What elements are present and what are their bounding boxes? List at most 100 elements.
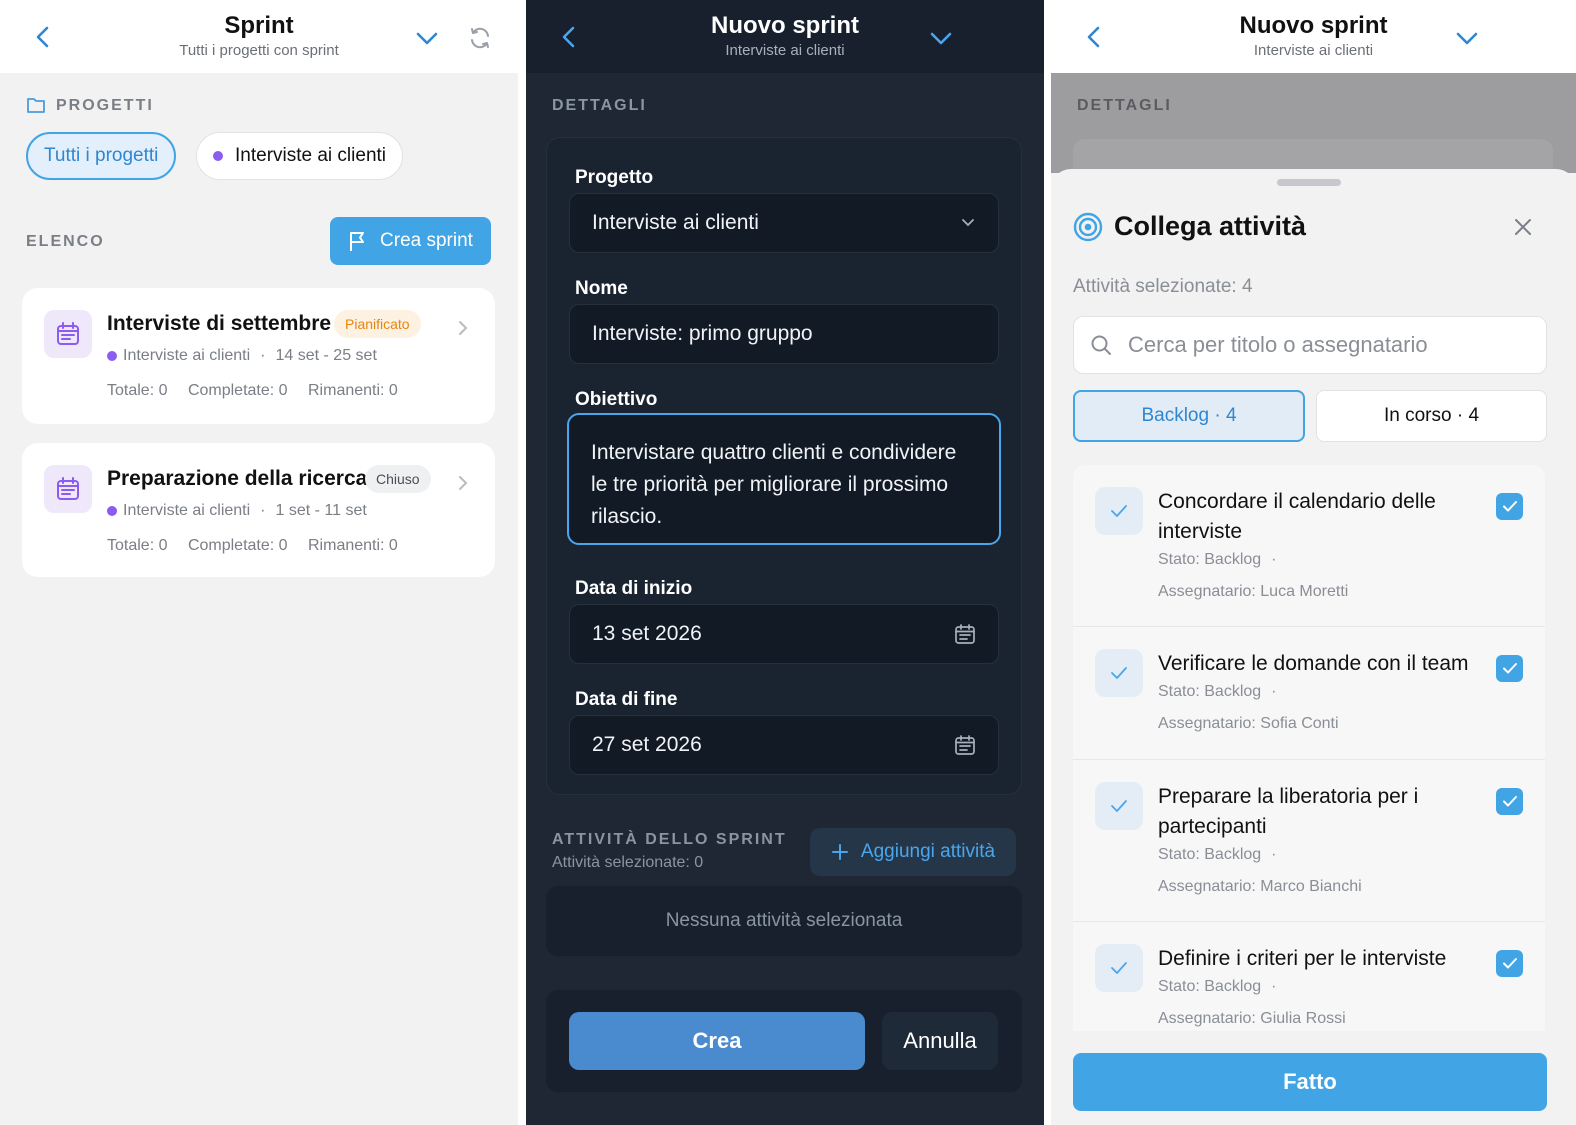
chip-label: Interviste ai clienti [235,145,387,166]
end-date-field[interactable]: 27 set 2026 [569,715,999,775]
project-value: Interviste ai clienti [592,211,759,234]
page-subtitle: Interviste ai clienti [725,42,845,59]
task-title: Definire i criteri per le interviste [1158,947,1447,970]
tab-in-progress[interactable]: In corso · 4 [1316,390,1547,442]
list-item[interactable]: Concordare il calendario delle intervist… [1073,465,1545,627]
chevron-down-icon[interactable] [928,25,954,51]
add-activity-label: Aggiungi attività [860,841,996,862]
calendar-icon [44,465,92,513]
page-title: Nuovo sprint [711,12,859,39]
end-date-value: 27 set 2026 [592,733,702,756]
task-title: Concordare il calendario delle intervist… [1158,490,1436,543]
activities-count: Attività selezionate: 0 [552,854,704,871]
tab-backlog[interactable]: Backlog · 4 [1073,390,1305,442]
task-assignee: Assegnatario: Sofia Conti [1158,715,1339,732]
search-icon [1090,334,1112,356]
calendar-icon [954,734,976,756]
task-title: Verificare le domande con il team [1158,652,1469,675]
add-activity-button[interactable]: Aggiungi attività [810,828,1016,876]
chevron-down-icon[interactable] [1454,25,1480,51]
checkmark-icon [1095,944,1143,992]
checkbox[interactable] [1496,788,1523,815]
checkbox[interactable] [1496,950,1523,977]
checkmark-icon [1095,649,1143,697]
flag-icon [348,230,368,252]
name-field[interactable]: Interviste: primo gruppo [569,304,999,364]
end-date-label: Data di fine [575,689,678,710]
sprint-meta: Interviste ai clienti · 14 set - 25 set [107,347,377,365]
list-label: ELENCO [26,233,105,250]
target-icon [1073,212,1103,242]
create-sprint-button[interactable]: Crea sprint [330,217,491,265]
done-button[interactable]: Fatto [1073,1053,1547,1111]
status-badge: Pianificato [334,310,421,338]
list-item[interactable]: Definire i criteri per le interviste Sta… [1073,922,1545,1031]
task-title: Preparare la liberatoria per i partecipa… [1158,785,1419,838]
checkmark-icon [1095,782,1143,830]
meta-separator: · [260,347,266,364]
dimmed-backdrop[interactable]: DETTAGLI [1051,73,1576,179]
close-icon[interactable] [1513,217,1533,237]
start-date-value: 13 set 2026 [592,622,702,645]
refresh-icon[interactable] [467,25,493,51]
folder-icon [26,96,46,114]
task-state: Stato: Backlog · [1158,683,1277,700]
checkbox[interactable] [1496,655,1523,682]
sprint-title: Interviste di settembre [107,312,332,335]
stat-completed: Completate: 0 [187,382,288,399]
sprint-stats: Totale: 0 Completate: 0 Rimanenti: 0 [107,537,414,555]
selected-count: Attività selezionate: 4 [1073,276,1253,297]
create-button[interactable]: Crea [569,1012,865,1070]
sprint-card[interactable]: Preparazione della ricerca Chiuso Interv… [22,443,495,577]
details-label: DETTAGLI [1077,97,1172,114]
cancel-button[interactable]: Annulla [882,1012,998,1070]
sprint-card[interactable]: Interviste di settembre Pianificato Inte… [22,288,495,424]
search-input[interactable]: Cerca per titolo o assegnatario [1073,316,1547,374]
list-item[interactable]: Preparare la liberatoria per i partecipa… [1073,760,1545,922]
plus-icon [831,843,849,861]
activities-label: ATTIVITÀ DELLO SPRINT [552,831,787,848]
sprint-project: Interviste ai clienti [123,347,251,364]
drag-handle[interactable] [1277,179,1341,186]
list-item[interactable]: Verificare le domande con il team Stato:… [1073,627,1545,760]
header: Nuovo sprint Interviste ai clienti [526,0,1044,73]
stat-remaining: Rimanenti: 0 [308,382,398,399]
goal-value: Intervistare quattro clienti e condivide… [591,441,957,528]
checkbox[interactable] [1496,493,1523,520]
chip-label: Tutti i progetti [44,145,159,166]
task-state: Stato: Backlog · [1158,846,1277,863]
task-list: Concordare il calendario delle intervist… [1051,465,1576,1031]
project-dot [107,506,117,516]
bottom-sheet: Collega attività Attività selezionate: 4… [1051,169,1576,1125]
sprint-list-panel: Sprint Tutti i progetti con sprint PROGE… [0,0,518,1125]
calendar-icon [44,310,92,358]
name-value: Interviste: primo gruppo [592,322,813,345]
link-activities-panel: Nuovo sprint Interviste ai clienti DETTA… [1051,0,1576,1125]
header: Sprint Tutti i progetti con sprint [0,0,518,73]
sprint-form: Progetto Interviste ai clienti Nome Inte… [546,137,1022,795]
name-label: Nome [575,278,628,299]
chip-all-projects[interactable]: Tutti i progetti [26,132,177,180]
goal-textarea[interactable]: Intervistare quattro clienti e condivide… [567,413,1001,545]
checkmark-icon [1095,487,1143,535]
start-date-field[interactable]: 13 set 2026 [569,604,999,664]
sprint-dates: 14 set - 25 set [275,347,377,364]
task-state: Stato: Backlog · [1158,978,1277,995]
sprint-stats: Totale: 0 Completate: 0 Rimanenti: 0 [107,382,414,400]
header: Nuovo sprint Interviste ai clienti [1051,0,1576,73]
chip-project[interactable]: Interviste ai clienti [196,132,404,180]
project-select[interactable]: Interviste ai clienti [569,193,999,253]
calendar-icon [954,623,976,645]
chevron-down-icon[interactable] [414,25,440,51]
meta-separator: · [260,502,266,519]
new-sprint-panel: Nuovo sprint Interviste ai clienti DETTA… [526,0,1044,1125]
chevron-right-icon [455,320,471,336]
action-bar: Crea Annulla [546,990,1022,1092]
search-placeholder: Cerca per titolo o assegnatario [1128,332,1428,357]
page-title: Nuovo sprint [1239,12,1388,39]
stat-total: Totale: 0 [107,382,168,399]
page-title: Sprint [224,12,294,39]
task-state: Stato: Backlog · [1158,551,1277,568]
sprint-project: Interviste ai clienti [123,502,251,519]
goal-label: Obiettivo [575,389,658,410]
